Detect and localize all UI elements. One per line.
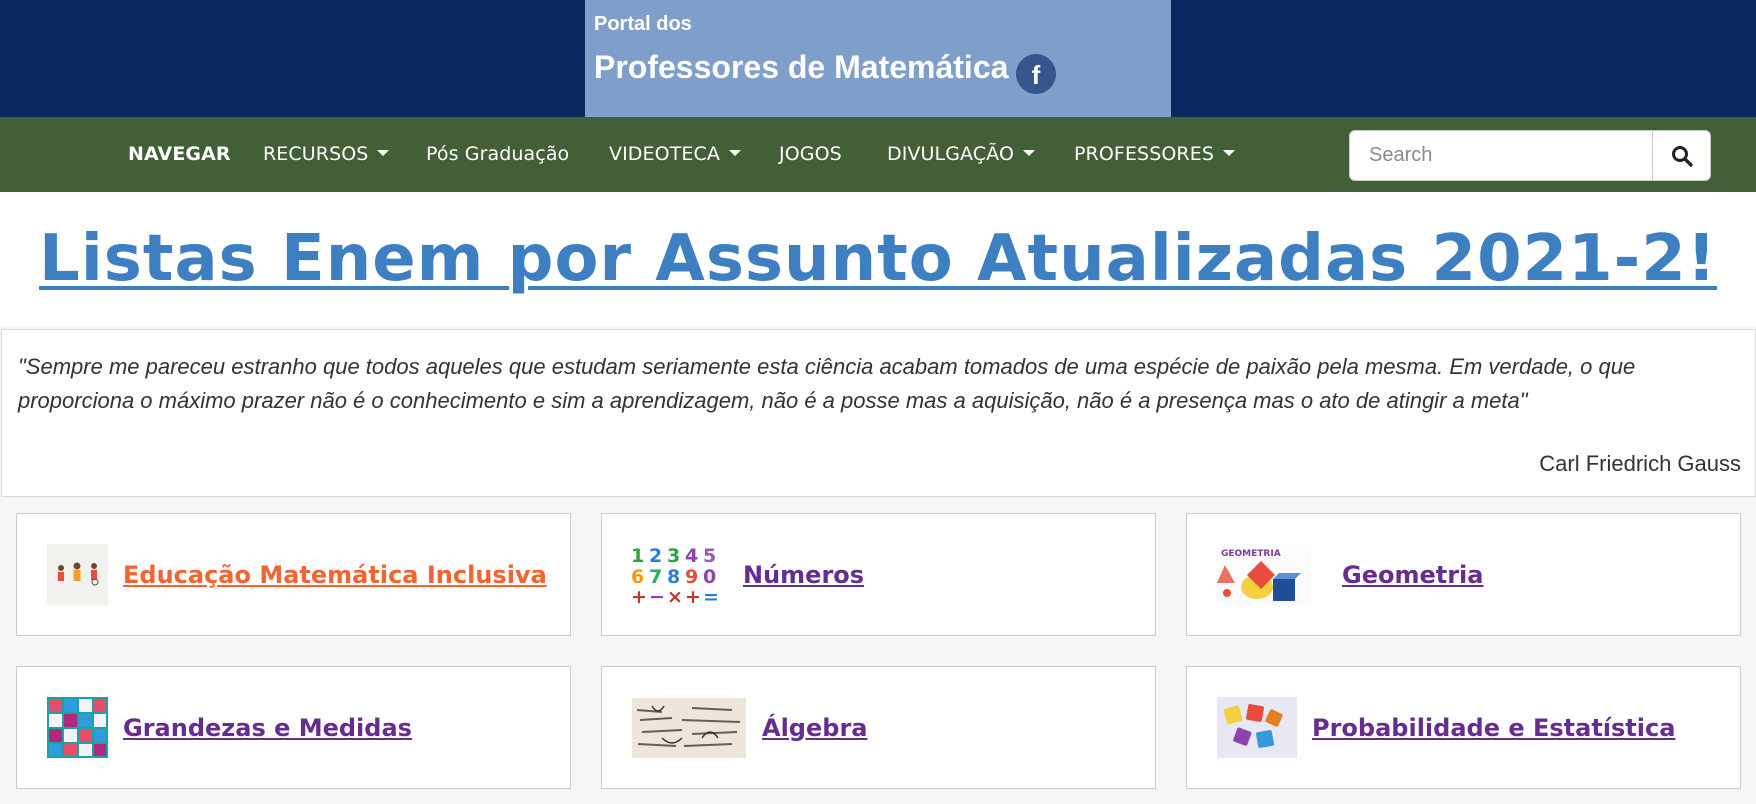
caret-down-icon [1023,149,1035,156]
caret-down-icon [377,149,390,156]
svg-text:1: 1 [631,545,644,567]
nav-label: Pós Graduação [426,143,570,165]
card-link[interactable]: Números [743,558,864,592]
svg-text:+: + [631,586,647,605]
svg-text:9: 9 [685,566,698,588]
measures-thumbnail [47,697,108,758]
nav-label: JOGOS [779,143,842,165]
nav-divulgacao[interactable]: DIVULGAÇÃO [887,143,1035,165]
svg-text:×: × [667,586,683,605]
search-button[interactable] [1652,131,1710,180]
svg-text:5: 5 [703,545,716,567]
card-link[interactable]: Probabilidade e Estatística [1312,711,1675,745]
svg-text:−: − [649,586,665,605]
search-input[interactable] [1350,131,1653,180]
card-link[interactable]: Geometria [1342,558,1483,592]
svg-text:GEOMETRIA: GEOMETRIA [1221,549,1281,559]
svg-text:2: 2 [649,545,662,567]
nav-recursos[interactable]: RECURSOS [263,143,390,165]
card-geometria[interactable]: GEOMETRIA Geometria [1186,513,1741,636]
card-algebra[interactable]: Álgebra [601,666,1156,789]
svg-text:=: = [703,586,719,605]
svg-text:+: + [685,586,701,605]
quote-text: "Sempre me pareceu estranho que todos aq… [18,354,1636,413]
nav-jogos[interactable]: JOGOS [779,143,842,165]
banner-title-wrap: Listas Enem por Assunto Atualizadas 2021… [0,222,1756,296]
inclusive-education-thumbnail [47,544,108,605]
caret-down-icon [728,149,741,156]
nav-navegar[interactable]: NAVEGAR [128,143,231,165]
svg-text:7: 7 [649,566,662,588]
card-link[interactable]: Educação Matemática Inclusiva [123,558,547,592]
card-link[interactable]: Álgebra [762,711,867,745]
card-probabilidade-estatistica[interactable]: Probabilidade e Estatística [1186,666,1741,789]
site-brand[interactable]: Portal dos Professores de Matemática f [585,0,1171,117]
card-grandezas-medidas[interactable]: Grandezas e Medidas [16,666,571,789]
quote-box: "Sempre me pareceu estranho que todos aq… [1,329,1756,497]
svg-text:3: 3 [667,545,680,567]
site-header: Portal dos Professores de Matemática f [0,0,1756,117]
numbers-thumbnail: 1 2 3 4 5 6 7 8 9 0 + − × + = [630,544,724,605]
brand-title[interactable]: Professores de Matemática [594,49,1008,86]
search-form [1349,130,1711,181]
caret-down-icon [1223,149,1235,156]
brand-small-title: Portal dos [594,13,692,35]
card-educacao-inclusiva[interactable]: Educação Matemática Inclusiva [16,513,571,636]
nav-label: DIVULGAÇÃO [887,143,1014,165]
nav-professores[interactable]: PROFESSORES [1074,143,1235,165]
svg-text:0: 0 [703,566,716,588]
probability-thumbnail [1217,697,1297,758]
svg-text:4: 4 [685,545,698,567]
promo-banner: Listas Enem por Assunto Atualizadas 2021… [0,192,1756,327]
facebook-icon[interactable]: f [1016,54,1056,94]
quote-author: Carl Friedrich Gauss [1539,451,1741,476]
nav-videoteca[interactable]: VIDEOTECA [609,143,741,165]
svg-text:8: 8 [667,566,680,588]
geometry-thumbnail: GEOMETRIA [1217,544,1311,605]
nav-label: VIDEOTECA [609,143,720,165]
nav-label: NAVEGAR [128,143,231,165]
nav-label: RECURSOS [263,143,369,165]
card-numeros[interactable]: 1 2 3 4 5 6 7 8 9 0 + − × + = Números [601,513,1156,636]
card-link[interactable]: Grandezas e Medidas [123,711,412,745]
main-navbar: NAVEGAR RECURSOS Pós Graduação VIDEOTECA… [0,117,1756,192]
search-icon [1671,145,1693,167]
svg-text:6: 6 [631,566,644,588]
nav-label: PROFESSORES [1074,143,1214,165]
nav-pos-graduacao[interactable]: Pós Graduação [426,143,569,165]
banner-link[interactable]: Listas Enem por Assunto Atualizadas 2021… [39,222,1717,296]
algebra-thumbnail [632,697,746,758]
